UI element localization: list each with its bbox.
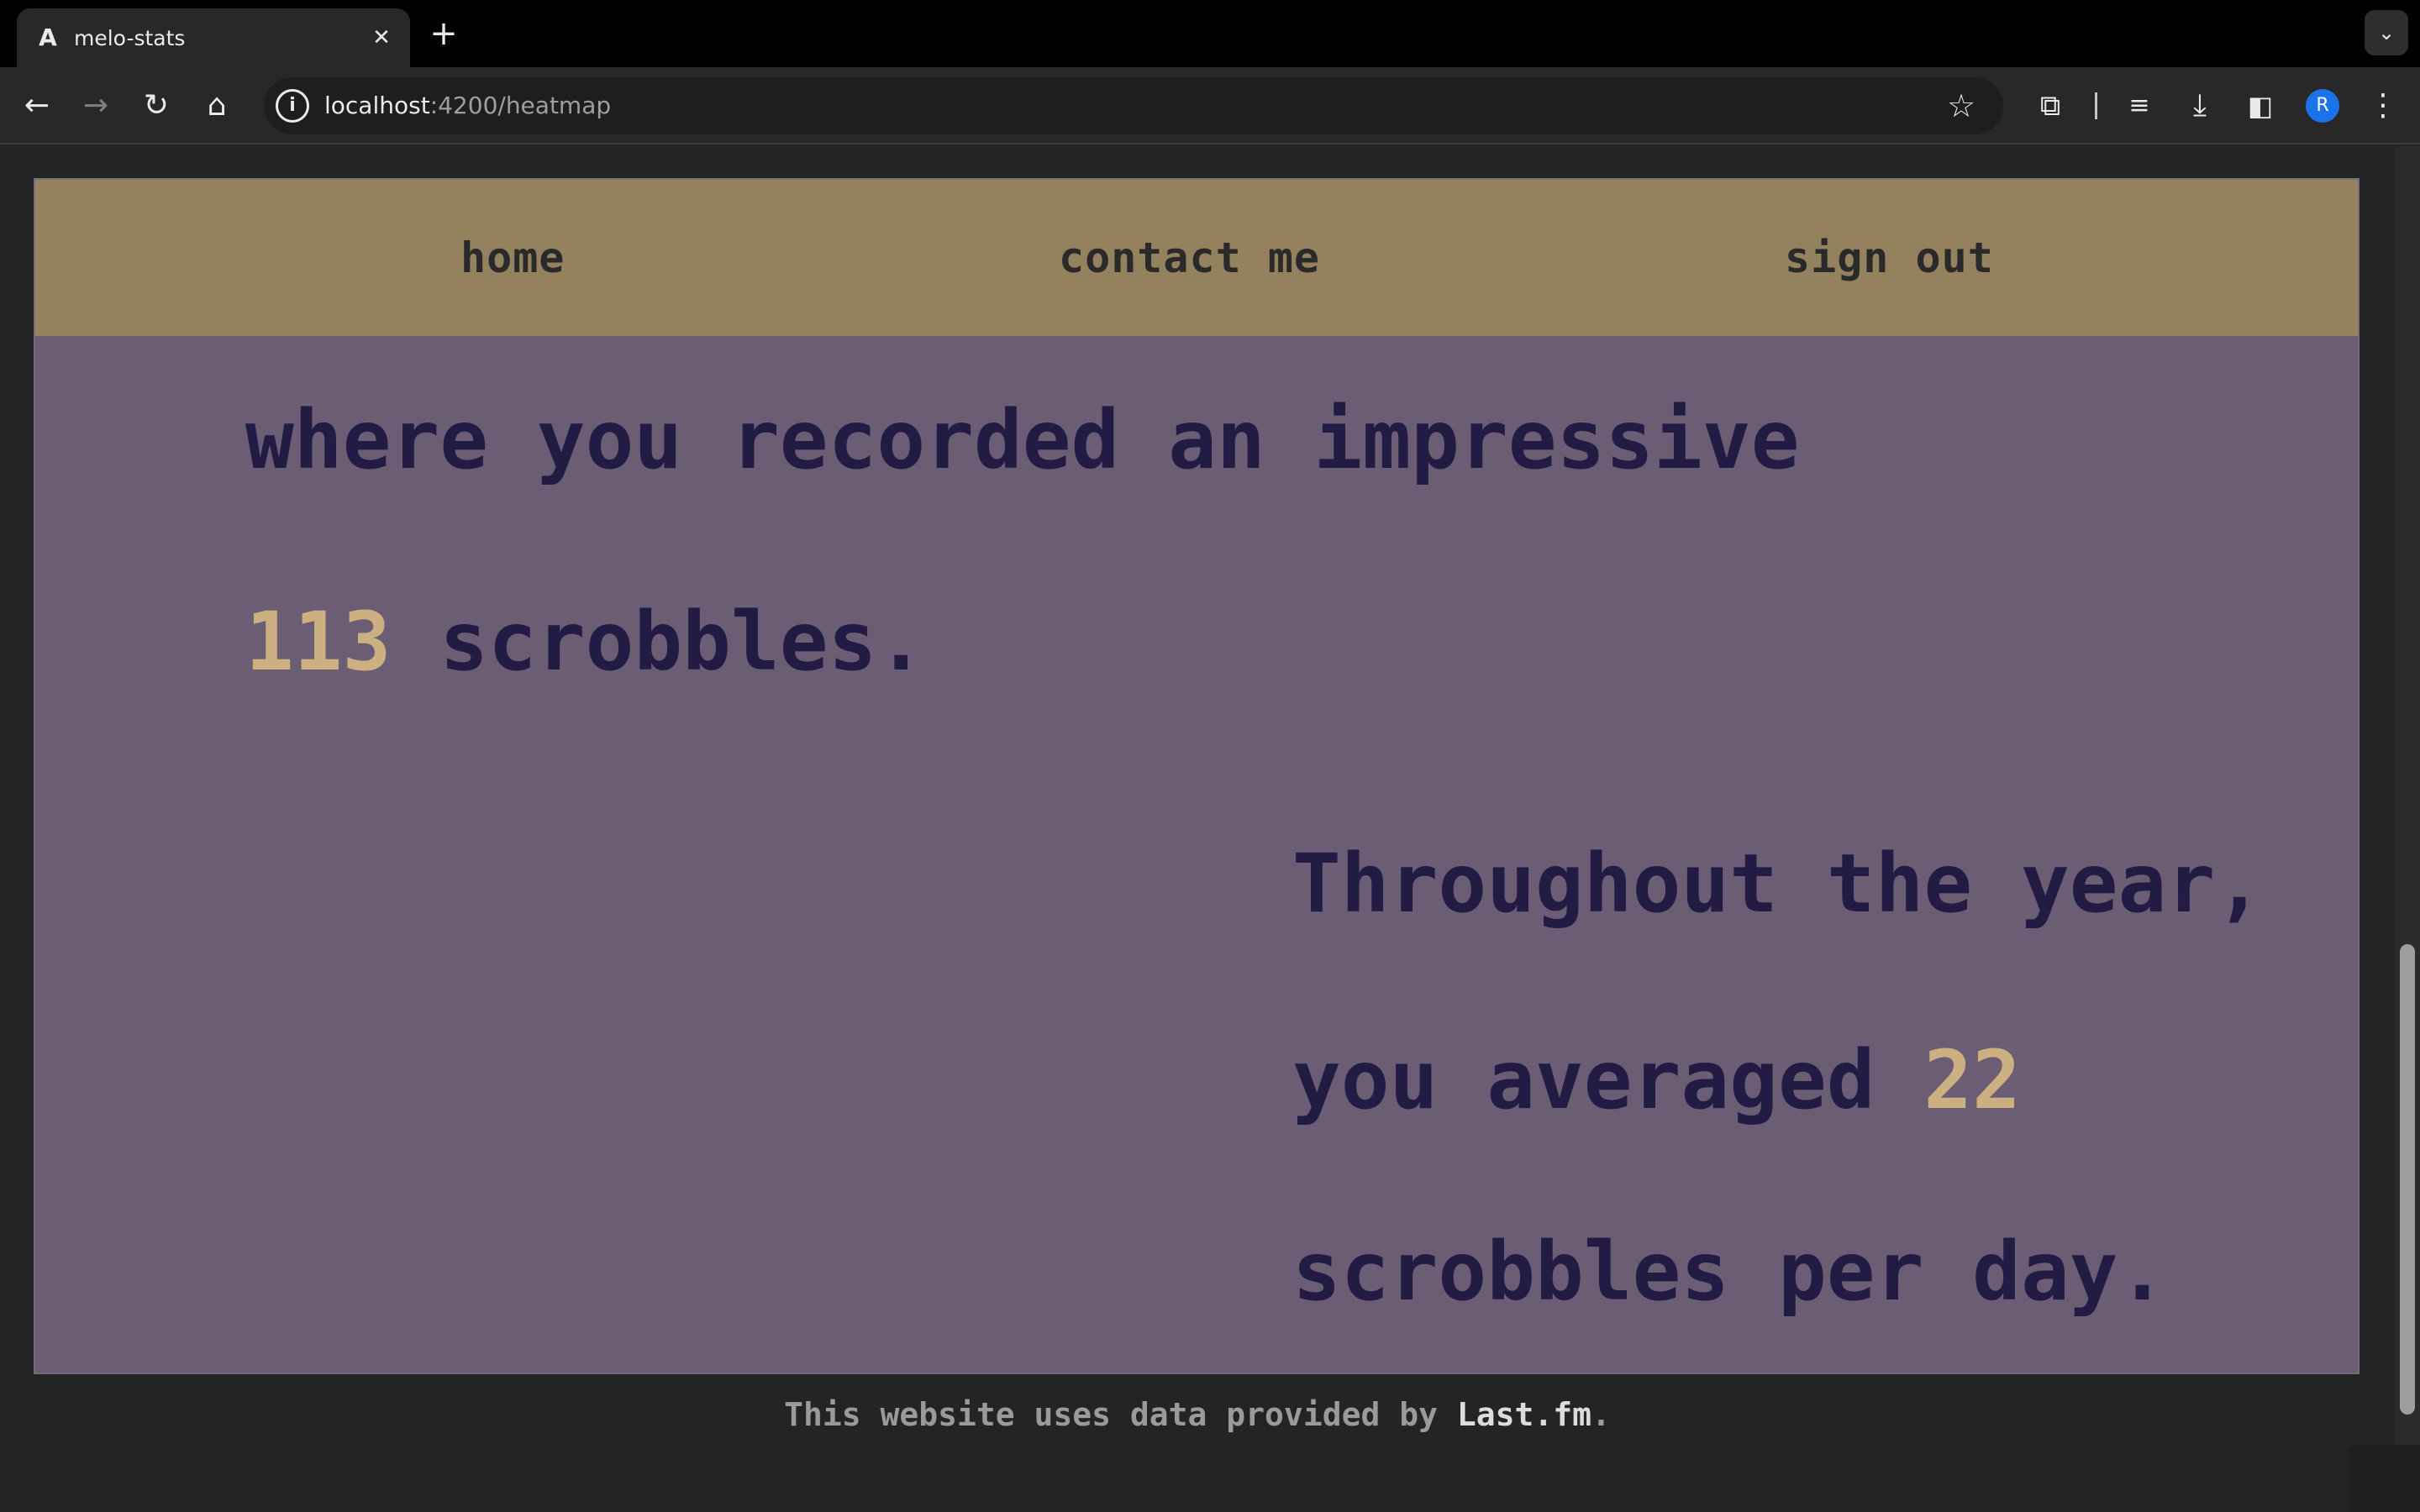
tab-search-chevron-icon[interactable]: ⌄	[2365, 10, 2408, 55]
page-viewport: home contact me sign out where you recor…	[0, 146, 2420, 1512]
back-arrow-icon[interactable]: ←	[15, 84, 59, 128]
scroll-corner	[2349, 1445, 2420, 1512]
footer-period: .	[1591, 1396, 1611, 1433]
url-text[interactable]: localhost:4200/heatmap	[324, 92, 611, 120]
average-prefix: you averaged	[1292, 1033, 1924, 1127]
tab-title: melo-stats	[74, 26, 186, 50]
stat-line-per-day: scrobbles per day.	[1292, 1225, 2167, 1319]
site-info-icon[interactable]: i	[276, 89, 309, 123]
page-scrollbar[interactable]	[2395, 146, 2420, 1512]
footer-text: This website uses data provided by	[784, 1396, 1457, 1433]
total-scrobbles-suffix: scrobbles.	[391, 595, 926, 689]
nav-home-link[interactable]: home	[460, 228, 565, 287]
home-icon[interactable]: ⌂	[195, 84, 239, 128]
stat-line-average: you averaged 22	[1292, 1030, 2021, 1131]
address-bar[interactable]: i localhost:4200/heatmap ☆	[264, 77, 2003, 134]
stat-line-throughout: Throughout the year,	[1292, 837, 2264, 931]
reload-icon[interactable]: ↻	[134, 84, 178, 128]
nav-signout-link[interactable]: sign out	[1785, 228, 1994, 287]
forward-arrow-icon[interactable]: →	[74, 84, 118, 128]
app-content-frame: home contact me sign out where you recor…	[34, 178, 2360, 1374]
angular-favicon-icon: A	[39, 24, 57, 51]
browser-tab-strip: A melo-stats ✕ + ⌄	[0, 0, 2420, 67]
tab-close-icon[interactable]: ✕	[368, 24, 395, 51]
profile-avatar[interactable]: R	[2306, 89, 2339, 123]
stat-line-recorded: where you recorded an impressive	[245, 393, 1800, 487]
download-icon[interactable]: ⤓	[2178, 84, 2222, 128]
site-footer: This website uses data provided by Last.…	[0, 1389, 2395, 1440]
browser-toolbar: ← → ↻ ⌂ i localhost:4200/heatmap ☆ ⧉ ≡ ⤓…	[0, 67, 2420, 144]
scrollbar-thumb[interactable]	[2400, 944, 2415, 1415]
lastfm-link[interactable]: Last.fm	[1457, 1396, 1591, 1433]
side-panel-icon[interactable]: ◧	[2238, 84, 2282, 128]
url-host: localhost	[324, 92, 430, 119]
stat-line-total: 113 scrobbles.	[245, 591, 925, 692]
new-tab-button[interactable]: +	[427, 17, 460, 52]
browser-tab[interactable]: A melo-stats ✕	[17, 8, 410, 67]
total-scrobbles-value: 113	[245, 595, 392, 689]
bookmark-star-icon[interactable]: ☆	[1943, 87, 1980, 124]
average-per-day-value: 22	[1923, 1033, 2021, 1127]
nav-contact-link[interactable]: contact me	[1059, 228, 1320, 287]
toolbar-divider	[2095, 92, 2097, 119]
extensions-puzzle-icon[interactable]: ⧉	[2028, 84, 2072, 128]
site-navbar: home contact me sign out	[35, 180, 2358, 336]
url-path: :4200/heatmap	[429, 92, 612, 119]
menu-kebab-icon[interactable]: ⋮	[2361, 84, 2405, 128]
media-queue-icon[interactable]: ≡	[2118, 84, 2161, 128]
